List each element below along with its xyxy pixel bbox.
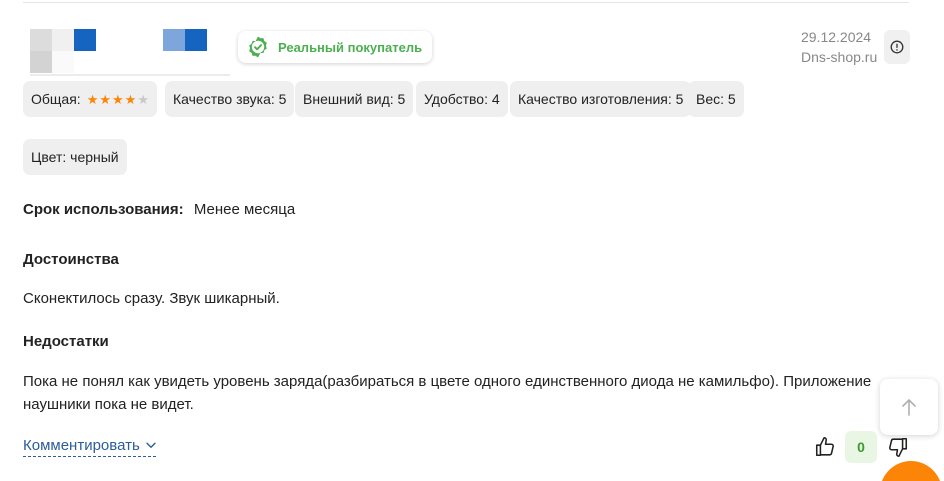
thumbs-up-icon[interactable] bbox=[814, 436, 836, 458]
star-empty-icon: ★ bbox=[137, 91, 149, 107]
vote-count: 0 bbox=[845, 431, 877, 463]
arrow-up-icon bbox=[902, 399, 916, 416]
rating-chip-appearance: Внешний вид: 5 bbox=[295, 81, 414, 117]
cons-title: Недостатки bbox=[23, 333, 109, 350]
comment-link[interactable]: Комментировать bbox=[23, 437, 156, 457]
exclamation-icon bbox=[890, 40, 904, 54]
top-divider bbox=[23, 2, 909, 3]
chat-fab-button[interactable] bbox=[880, 461, 942, 481]
usage-value: Менее месяца bbox=[193, 201, 296, 218]
review-source: Dns-shop.ru bbox=[801, 49, 878, 65]
usage-label: Срок использования: bbox=[23, 201, 184, 218]
rating-chip-label: Общая: bbox=[31, 91, 81, 107]
rating-chip-comfort: Удобство: 4 bbox=[416, 81, 508, 117]
color-chip: Цвет: черный bbox=[23, 139, 127, 175]
chevron-down-icon bbox=[146, 442, 156, 448]
check-badge-icon bbox=[249, 36, 267, 58]
rating-chip-sound: Качество звука: 5 bbox=[165, 81, 295, 117]
verified-buyer-badge: Реальный покупатель bbox=[238, 31, 433, 63]
avatar bbox=[30, 29, 230, 76]
rating-chip-build-quality: Качество изготовления: 5 bbox=[510, 81, 692, 117]
star-filled-icon: ★ bbox=[86, 91, 99, 107]
usage-row: Срок использования: Менее месяца bbox=[23, 201, 295, 218]
star-filled-icon: ★ bbox=[112, 91, 124, 107]
star-filled-icon: ★ bbox=[99, 91, 111, 107]
star-filled-icon: ★ bbox=[124, 91, 137, 107]
review-date: 29.12.2024 bbox=[801, 29, 872, 45]
scroll-to-top-button[interactable] bbox=[880, 379, 938, 435]
rating-chip-overall: Общая: ★ ★ ★ ★ ★ bbox=[23, 81, 157, 117]
report-button[interactable] bbox=[884, 30, 910, 64]
verified-buyer-label: Реальный покупатель bbox=[278, 39, 423, 55]
rating-chip-weight: Вес: 5 bbox=[688, 81, 744, 117]
star-rating: ★ ★ ★ ★ ★ bbox=[87, 93, 149, 106]
pros-title: Достоинства bbox=[23, 251, 119, 268]
cons-text-line1: Пока не понял как увидеть уровень заряда… bbox=[23, 373, 872, 390]
comment-link-label: Комментировать bbox=[23, 437, 140, 454]
thumbs-down-icon[interactable] bbox=[887, 436, 909, 458]
pros-text: Сконектилось сразу. Звук шикарный. bbox=[23, 290, 280, 307]
cons-text-line2: наушники пока не видет. bbox=[23, 396, 194, 413]
